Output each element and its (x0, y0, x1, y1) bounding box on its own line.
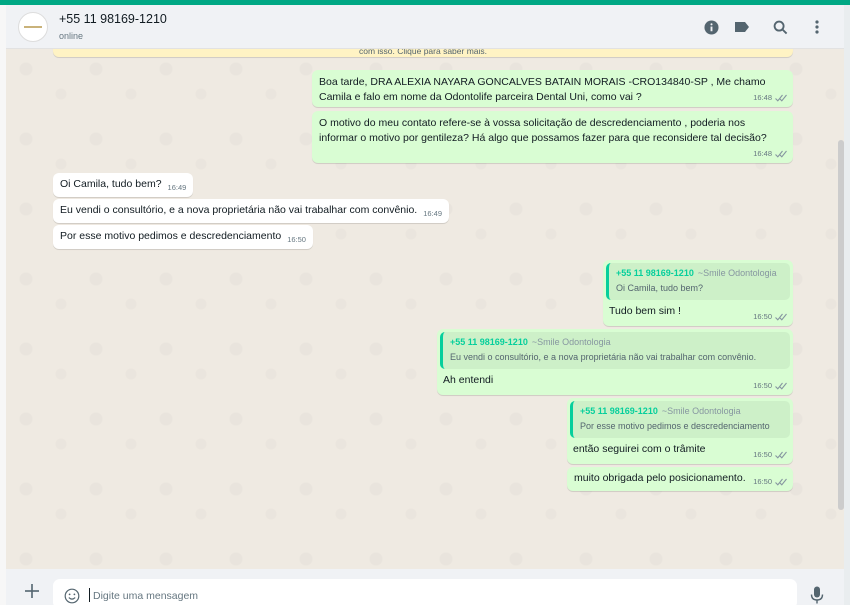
right-panel-edge (844, 5, 850, 605)
quoted-message[interactable]: +55 11 98169-1210 ~Smile Odontologia Eu v… (440, 332, 790, 369)
quoted-text: Eu vendi o consultório, e a nova proprie… (450, 352, 757, 362)
quoted-sender-number: +55 11 98169-1210 (616, 268, 694, 278)
label-icon[interactable] (733, 18, 751, 36)
message-bubble[interactable]: Eu vendi o consultório, e a nova proprie… (53, 199, 449, 223)
double-check-icon (775, 313, 787, 321)
message-time: 16:49 (423, 209, 442, 218)
contact-name[interactable]: +55 11 98169-1210 (59, 12, 167, 26)
text-caret (89, 588, 90, 602)
message-time: 16:50 (753, 312, 772, 321)
message-text: Ah entendi (443, 374, 494, 386)
message-text: Eu vendi o consultório, e a nova proprie… (60, 204, 418, 216)
message-bubble[interactable]: Boa tarde, DRA ALEXIA NAYARA GONCALVES B… (312, 70, 793, 107)
message-time: 16:48 (753, 149, 772, 158)
quoted-sender-alias: ~Smile Odontologia (661, 406, 741, 416)
quoted-sender-alias: ~Smile Odontologia (531, 337, 611, 347)
chat-header[interactable]: +55 11 98169-1210 online (6, 5, 844, 49)
quoted-sender-number: +55 11 98169-1210 (580, 406, 658, 416)
menu-dots-icon[interactable] (808, 18, 826, 36)
system-banner[interactable]: com isso. Clique para saber mais. (53, 49, 793, 57)
search-icon[interactable] (771, 18, 789, 36)
message-time: 16:49 (167, 183, 187, 192)
chat-scrollbar[interactable] (838, 140, 844, 510)
message-meta: 16:50 (753, 447, 787, 462)
double-check-icon (775, 94, 787, 102)
message-text: Oi Camila, tudo bem? (60, 178, 162, 190)
double-check-icon (775, 451, 787, 459)
message-input[interactable] (93, 587, 743, 605)
message-meta: 16:50 (753, 309, 787, 324)
composer-bar (6, 569, 844, 605)
double-check-icon (775, 478, 787, 486)
message-time: 16:50 (753, 477, 772, 486)
contact-avatar[interactable] (18, 12, 48, 42)
message-meta: 16:48 (753, 146, 787, 161)
message-list[interactable]: com isso. Clique para saber mais. Boa ta… (6, 49, 844, 569)
message-meta: 16:50 (753, 378, 787, 393)
message-meta: 16:50 (753, 474, 787, 489)
emoji-icon[interactable] (64, 588, 80, 604)
reply-message-bubble[interactable]: +55 11 98169-1210 ~Smile Odontologia Oi C… (603, 260, 793, 326)
message-bubble[interactable]: O motivo do meu contato refere-se à voss… (312, 111, 793, 163)
contact-status: online (59, 31, 84, 41)
info-icon[interactable] (702, 18, 720, 36)
message-meta: 16:48 (753, 90, 787, 105)
message-time: 16:50 (753, 381, 772, 390)
quoted-sender-number: +55 11 98169-1210 (450, 337, 528, 347)
message-input-box[interactable] (53, 579, 797, 605)
quoted-sender-alias: ~Smile Odontologia (697, 268, 777, 278)
quoted-text: Oi Camila, tudo bem? (616, 283, 704, 293)
message-text: Por esse motivo pedimos e descredenciame… (60, 230, 282, 242)
microphone-icon[interactable] (810, 586, 824, 604)
message-bubble[interactable]: Por esse motivo pedimos e descredenciame… (53, 225, 313, 249)
message-bubble[interactable]: muito obrigada pelo posicionamento. 16:5… (567, 467, 793, 491)
message-bubble[interactable]: Oi Camila, tudo bem? 16:49 (53, 173, 194, 197)
reply-message-bubble[interactable]: +55 11 98169-1210 ~Smile Odontologia Por … (567, 398, 793, 464)
message-text: O motivo do meu contato refere-se à voss… (319, 117, 767, 144)
quoted-text: Por esse motivo pedimos e descredenciame… (580, 421, 770, 431)
message-time: 16:50 (287, 235, 306, 244)
attach-plus-icon[interactable] (24, 583, 42, 601)
avatar-logo (24, 26, 42, 28)
message-text: Boa tarde, DRA ALEXIA NAYARA GONCALVES B… (319, 76, 766, 103)
double-check-icon (775, 382, 787, 390)
message-time: 16:48 (753, 93, 772, 102)
quoted-message[interactable]: +55 11 98169-1210 ~Smile Odontologia Oi C… (606, 263, 790, 300)
double-check-icon (775, 150, 787, 158)
quoted-message[interactable]: +55 11 98169-1210 ~Smile Odontologia Por … (570, 401, 790, 438)
message-time: 16:50 (753, 450, 772, 459)
reply-message-bubble[interactable]: +55 11 98169-1210 ~Smile Odontologia Eu v… (437, 329, 793, 395)
